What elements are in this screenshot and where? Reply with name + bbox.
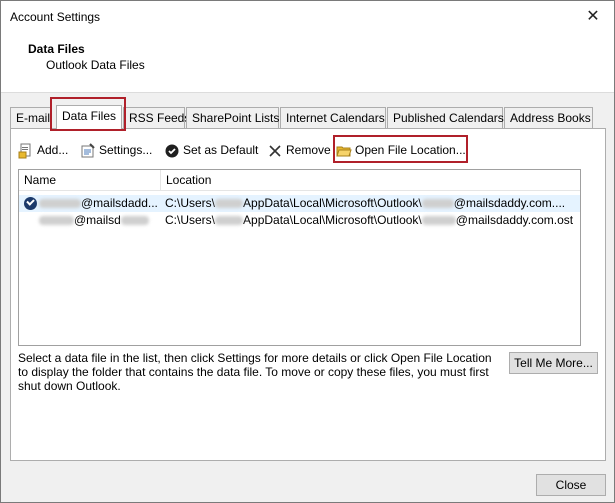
tab-address-books[interactable]: Address Books <box>504 107 593 128</box>
add-button[interactable]: Add... <box>18 139 68 161</box>
tell-me-more-button[interactable]: Tell Me More... <box>509 352 598 374</box>
set-as-default-label: Set as Default <box>183 143 259 157</box>
redacted-text <box>421 216 456 226</box>
redacted-text <box>39 216 74 226</box>
redacted-text <box>421 199 454 209</box>
add-label: Add... <box>37 143 69 157</box>
tab-highlight-box <box>50 97 126 131</box>
help-description: Select a data file in the list, then cli… <box>18 351 492 393</box>
location-part: C:\Users\ <box>165 213 216 227</box>
location-part: @mailsdaddy.com.ost <box>455 213 574 227</box>
file-name: @mailsd <box>19 212 159 229</box>
settings-button[interactable]: Settings... <box>80 139 152 161</box>
file-location: C:\Users\ AppData\Local\Microsoft\Outlook… <box>165 212 580 229</box>
settings-icon <box>80 143 96 159</box>
open-location-highlight-box <box>333 135 468 163</box>
header-subtitle: Outlook Data Files <box>46 58 145 72</box>
remove-label: Remove <box>286 143 331 157</box>
tab-published-calendars[interactable]: Published Calendars <box>387 107 504 128</box>
file-name-text: @mailsdadd... <box>81 196 158 210</box>
location-part: C:\Users\ <box>165 196 216 210</box>
redacted-text <box>120 216 149 226</box>
column-header-name[interactable]: Name <box>19 170 56 191</box>
redacted-text <box>215 216 244 226</box>
close-window-icon[interactable]: ✕ <box>578 5 608 29</box>
add-file-icon <box>18 143 34 159</box>
list-item[interactable]: @mailsdadd... C:\Users\ AppData\Local\Mic… <box>19 195 580 212</box>
remove-x-icon <box>267 143 283 159</box>
location-part: @mailsdaddy.com.... <box>453 196 566 210</box>
remove-button[interactable]: Remove <box>267 139 331 161</box>
tab-email[interactable]: E-mail <box>10 107 51 128</box>
window-title: Account Settings <box>10 10 101 24</box>
header-title: Data Files <box>28 42 85 56</box>
set-as-default-button[interactable]: Set as Default <box>164 139 258 161</box>
data-files-list[interactable]: Name Location @mailsdadd... C:\Users\ App… <box>18 169 581 346</box>
title-bar: Account Settings ✕ <box>1 1 614 33</box>
tab-internet-calendars[interactable]: Internet Calendars <box>280 107 386 128</box>
dialog-header: Data Files Outlook Data Files <box>1 33 614 93</box>
file-name: @mailsdadd... <box>19 195 159 212</box>
list-item[interactable]: @mailsd C:\Users\ AppData\Local\Microsoft… <box>19 212 580 229</box>
list-header: Name Location <box>19 170 580 191</box>
tab-rss-feeds[interactable]: RSS Feeds <box>123 107 190 128</box>
column-header-location[interactable]: Location <box>160 170 211 191</box>
checkmark-circle-icon <box>164 143 180 159</box>
tab-sharepoint-lists[interactable]: SharePoint Lists <box>186 107 279 128</box>
account-settings-window: Account Settings ✕ Data Files Outlook Da… <box>0 0 615 503</box>
location-part: AppData\Local\Microsoft\Outlook\ <box>243 213 422 227</box>
redacted-text <box>215 199 244 209</box>
location-part: AppData\Local\Microsoft\Outlook\ <box>243 196 422 210</box>
file-location: C:\Users\ AppData\Local\Microsoft\Outlook… <box>165 195 580 212</box>
close-button[interactable]: Close <box>536 474 606 496</box>
redacted-text <box>39 199 81 209</box>
default-file-icon <box>24 197 37 211</box>
file-name-text: @mailsd <box>74 213 121 227</box>
settings-label: Settings... <box>99 143 153 157</box>
